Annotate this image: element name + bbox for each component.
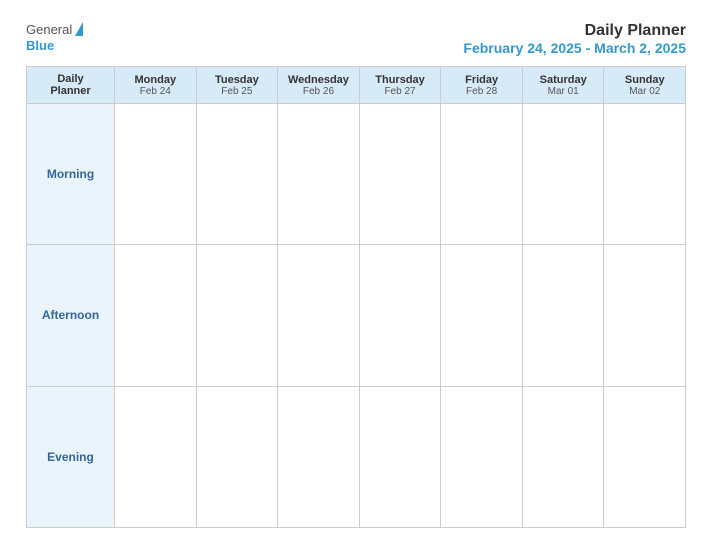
logo-triangle-icon bbox=[75, 22, 83, 36]
calendar-header-row: Daily Planner Monday Feb 24 Tuesday Feb … bbox=[27, 67, 685, 104]
morning-thursday[interactable] bbox=[360, 104, 442, 244]
evening-wednesday[interactable] bbox=[278, 387, 360, 527]
time-label-evening: Evening bbox=[27, 387, 115, 527]
afternoon-monday[interactable] bbox=[115, 245, 197, 385]
afternoon-label: Afternoon bbox=[42, 308, 99, 322]
evening-label: Evening bbox=[47, 450, 94, 464]
label-column-header: Daily Planner bbox=[27, 67, 115, 103]
day-name-saturday: Saturday bbox=[540, 74, 587, 86]
day-date-wednesday: Feb 26 bbox=[303, 86, 334, 97]
day-col-thursday: Thursday Feb 27 bbox=[360, 67, 442, 103]
logo: General Blue bbox=[26, 22, 83, 53]
morning-sunday[interactable] bbox=[604, 104, 685, 244]
day-name-thursday: Thursday bbox=[375, 74, 425, 86]
evening-tuesday[interactable] bbox=[197, 387, 279, 527]
morning-saturday[interactable] bbox=[523, 104, 605, 244]
day-date-sunday: Mar 02 bbox=[629, 86, 660, 97]
day-name-tuesday: Tuesday bbox=[215, 74, 259, 86]
day-col-monday: Monday Feb 24 bbox=[115, 67, 197, 103]
header: General Blue Daily Planner February 24, … bbox=[26, 22, 686, 56]
logo-blue: Blue bbox=[26, 38, 54, 54]
day-date-monday: Feb 24 bbox=[140, 86, 171, 97]
day-col-tuesday: Tuesday Feb 25 bbox=[197, 67, 279, 103]
afternoon-saturday[interactable] bbox=[523, 245, 605, 385]
morning-tuesday[interactable] bbox=[197, 104, 279, 244]
label-col-line2: Planner bbox=[50, 85, 90, 97]
morning-label: Morning bbox=[47, 167, 94, 181]
day-name-wednesday: Wednesday bbox=[288, 74, 349, 86]
page: General Blue Daily Planner February 24, … bbox=[10, 10, 702, 540]
row-morning: Morning bbox=[27, 104, 685, 245]
calendar: Daily Planner Monday Feb 24 Tuesday Feb … bbox=[26, 66, 686, 528]
day-name-friday: Friday bbox=[465, 74, 498, 86]
evening-thursday[interactable] bbox=[360, 387, 442, 527]
date-range: February 24, 2025 - March 2, 2025 bbox=[463, 40, 686, 56]
evening-sunday[interactable] bbox=[604, 387, 685, 527]
day-name-monday: Monday bbox=[135, 74, 177, 86]
day-date-friday: Feb 28 bbox=[466, 86, 497, 97]
afternoon-tuesday[interactable] bbox=[197, 245, 279, 385]
day-col-wednesday: Wednesday Feb 26 bbox=[278, 67, 360, 103]
time-label-morning: Morning bbox=[27, 104, 115, 244]
afternoon-friday[interactable] bbox=[441, 245, 523, 385]
evening-monday[interactable] bbox=[115, 387, 197, 527]
calendar-body: Morning Afternoon bbox=[27, 104, 685, 527]
row-evening: Evening bbox=[27, 387, 685, 527]
row-afternoon: Afternoon bbox=[27, 245, 685, 386]
title-block: Daily Planner February 24, 2025 - March … bbox=[463, 22, 686, 56]
page-title: Daily Planner bbox=[463, 22, 686, 40]
day-name-sunday: Sunday bbox=[625, 74, 665, 86]
evening-friday[interactable] bbox=[441, 387, 523, 527]
day-date-tuesday: Feb 25 bbox=[221, 86, 252, 97]
day-col-saturday: Saturday Mar 01 bbox=[523, 67, 605, 103]
afternoon-thursday[interactable] bbox=[360, 245, 442, 385]
day-date-thursday: Feb 27 bbox=[384, 86, 415, 97]
time-label-afternoon: Afternoon bbox=[27, 245, 115, 385]
afternoon-wednesday[interactable] bbox=[278, 245, 360, 385]
day-col-friday: Friday Feb 28 bbox=[441, 67, 523, 103]
day-date-saturday: Mar 01 bbox=[548, 86, 579, 97]
morning-monday[interactable] bbox=[115, 104, 197, 244]
morning-wednesday[interactable] bbox=[278, 104, 360, 244]
logo-general: General bbox=[26, 22, 72, 38]
label-col-line1: Daily bbox=[57, 73, 83, 85]
morning-friday[interactable] bbox=[441, 104, 523, 244]
afternoon-sunday[interactable] bbox=[604, 245, 685, 385]
evening-saturday[interactable] bbox=[523, 387, 605, 527]
day-col-sunday: Sunday Mar 02 bbox=[604, 67, 685, 103]
